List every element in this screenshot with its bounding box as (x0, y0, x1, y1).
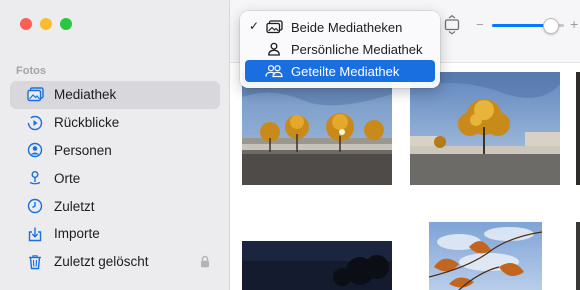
close-button[interactable] (20, 18, 32, 30)
photo-thumbnail[interactable] (576, 222, 580, 290)
section-label-fotos: Fotos (16, 65, 46, 77)
menu-item-persoenliche-mediathek[interactable]: Persönliche Mediathek (245, 38, 435, 60)
photo-thumbnail[interactable] (242, 72, 392, 185)
aspect-ratio-icon[interactable] (444, 15, 460, 40)
sidebar-item-rueckblicke[interactable]: Rückblicke (10, 109, 220, 137)
window-controls (20, 18, 72, 30)
zoom-slider-fill (492, 24, 550, 27)
zoom-in-label: + (570, 16, 579, 32)
trash-icon (26, 253, 44, 271)
photo-thumbnail[interactable] (429, 222, 542, 290)
library-filter-menu: ✓ Beide Mediatheken Persönliche Mediathe… (240, 11, 440, 88)
sidebar-item-label: Zuletzt (54, 198, 95, 214)
sidebar-item-personen[interactable]: Personen (10, 137, 220, 165)
sidebar-item-zuletzt-geloescht[interactable]: Zuletzt gelöscht (10, 248, 220, 276)
places-pin-icon (26, 169, 44, 187)
menu-item-beide-mediatheken[interactable]: ✓ Beide Mediatheken (245, 16, 435, 38)
sidebar-item-mediathek[interactable]: Mediathek (10, 81, 220, 109)
photo-thumbnail[interactable] (410, 72, 560, 185)
zoom-slider-knob[interactable] (542, 18, 559, 34)
sidebar-item-zuletzt[interactable]: Zuletzt (10, 192, 220, 220)
sidebar-item-label: Personen (54, 142, 112, 158)
sidebar-item-label: Zuletzt gelöscht (54, 254, 149, 270)
photo-thumbnail[interactable] (242, 241, 392, 290)
menu-item-label: Geteilte Mediathek (291, 64, 400, 79)
sidebar-item-label: Orte (54, 170, 81, 186)
sidebar-item-label: Mediathek (54, 87, 117, 103)
clock-icon (26, 197, 44, 215)
checkmark-icon: ✓ (249, 19, 260, 33)
photos-stack-icon (265, 18, 283, 36)
sidebar-item-label: Rückblicke (54, 115, 120, 131)
person-icon (265, 40, 283, 58)
sidebar-item-importe[interactable]: Importe (10, 220, 220, 248)
zoom-slider[interactable] (492, 18, 564, 34)
sidebar-list: Mediathek Rückblicke Personen Orte Zulet… (10, 81, 220, 276)
menu-item-label: Persönliche Mediathek (291, 42, 423, 57)
sidebar-item-label: Importe (54, 226, 100, 242)
people-icon (26, 141, 44, 159)
minimize-button[interactable] (40, 18, 52, 30)
photo-library-icon (26, 86, 44, 104)
lock-icon (200, 255, 210, 271)
sidebar: Fotos Mediathek Rückblicke Personen Orte (0, 0, 230, 290)
shared-people-icon (265, 62, 283, 80)
zoom-button[interactable] (60, 18, 72, 30)
import-icon (26, 225, 44, 243)
photo-thumbnail[interactable] (576, 72, 580, 185)
zoom-out-label: − (476, 17, 484, 32)
sidebar-item-orte[interactable]: Orte (10, 164, 220, 192)
menu-item-label: Beide Mediatheken (291, 20, 403, 35)
memories-icon (26, 114, 44, 132)
menu-item-geteilte-mediathek[interactable]: Geteilte Mediathek (245, 60, 435, 82)
